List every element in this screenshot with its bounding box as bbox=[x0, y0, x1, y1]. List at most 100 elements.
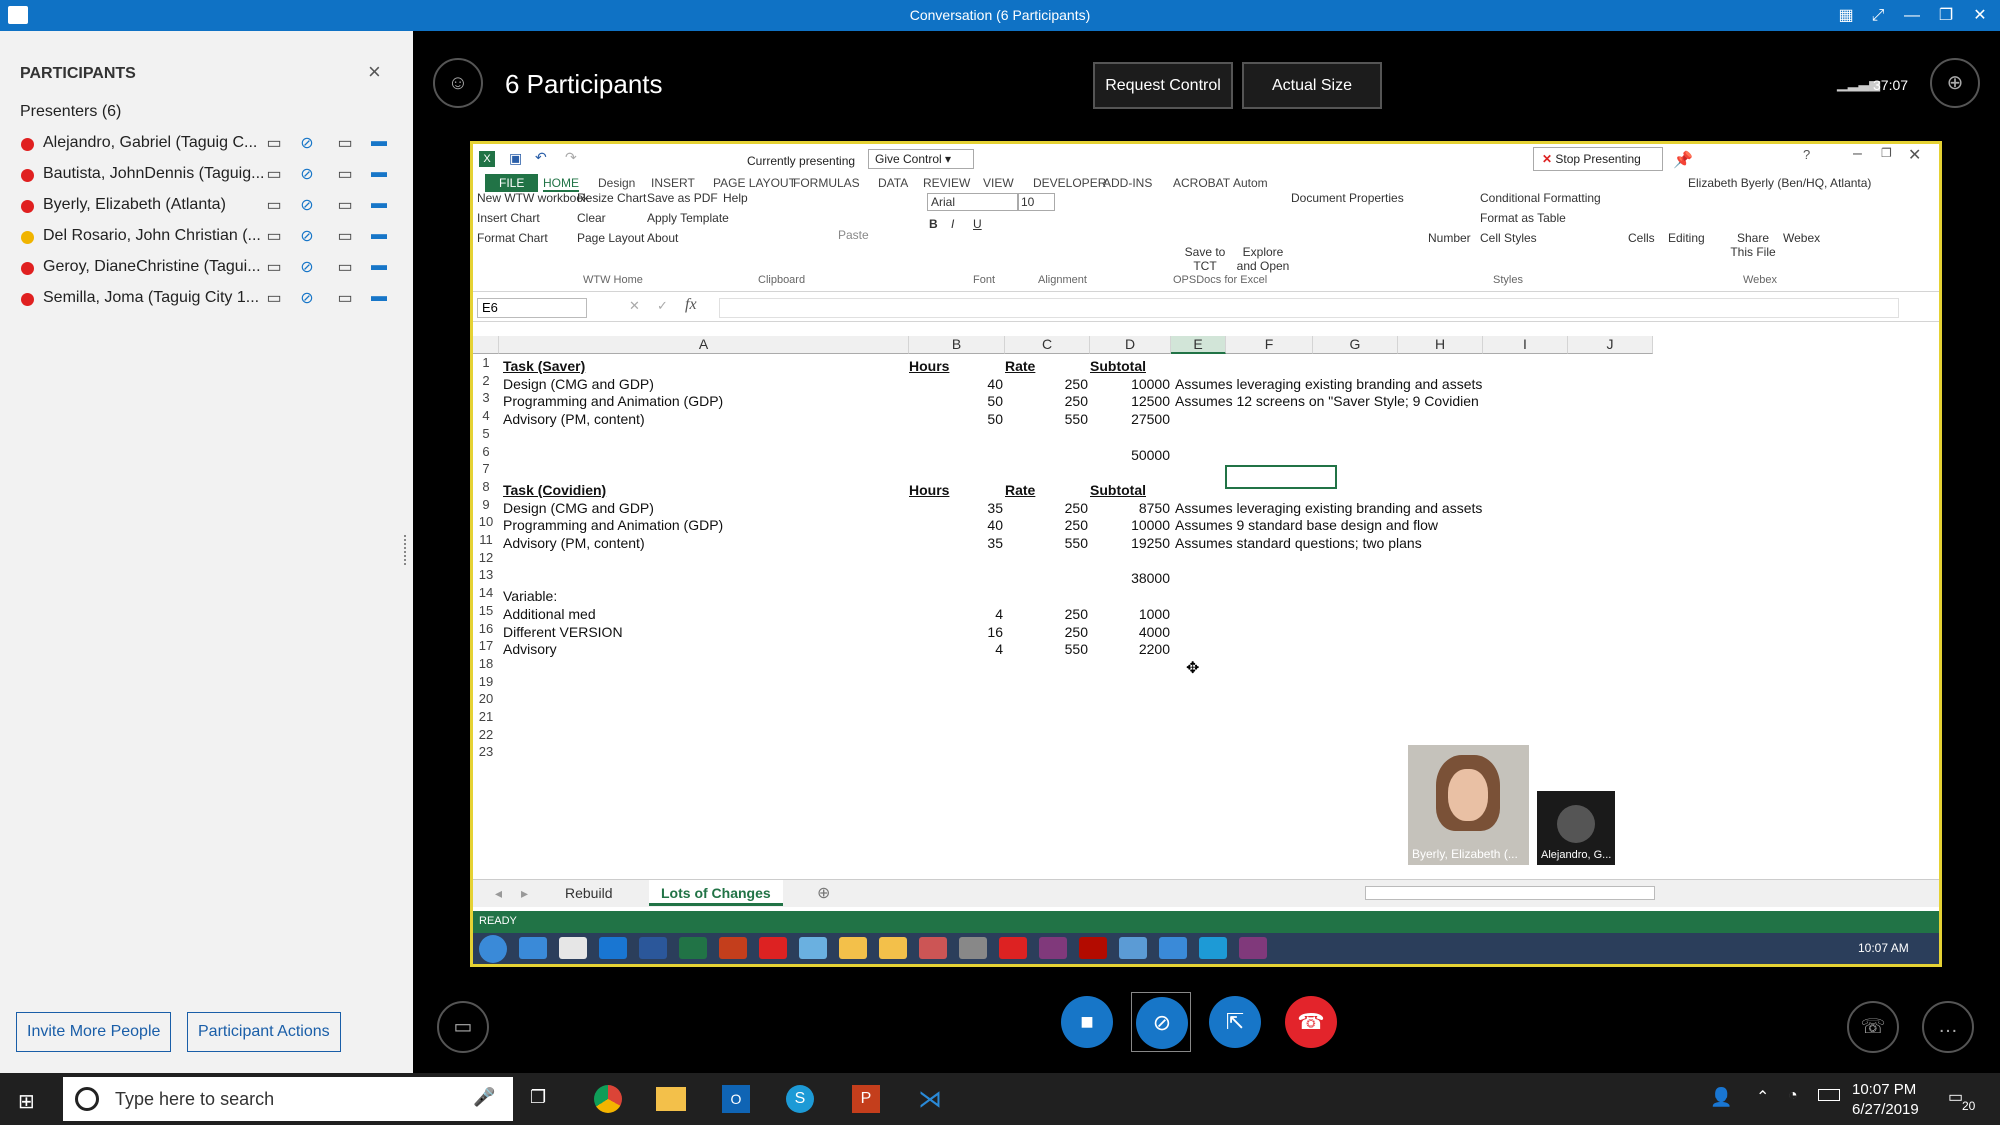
cell[interactable]: 19250 bbox=[1090, 532, 1170, 554]
column-header[interactable]: E bbox=[1171, 336, 1226, 354]
chat-icon[interactable]: ▭ bbox=[262, 288, 286, 310]
vscode-taskbar-icon[interactable]: ⋊ bbox=[918, 1085, 946, 1113]
ribbon-tab[interactable]: Autom bbox=[1233, 176, 1268, 190]
restore-button[interactable]: ❐ bbox=[1934, 5, 1958, 27]
cancel-icon[interactable]: ✕ bbox=[629, 298, 640, 314]
ribbon-tab[interactable]: FORMULAS bbox=[793, 176, 860, 190]
win7-app-icon[interactable] bbox=[519, 937, 547, 959]
wtw-menu-item[interactable]: About bbox=[647, 231, 678, 245]
ribbon-tab[interactable]: VIEW bbox=[983, 176, 1014, 190]
video-off-icon[interactable]: ▭ bbox=[333, 257, 357, 279]
participant-row[interactable]: Byerly, Elizabeth (Atlanta) ▭ ⊘ ▭ ▬ bbox=[0, 191, 413, 222]
video-off-icon[interactable]: ▭ bbox=[333, 164, 357, 186]
people-icon[interactable]: 👤 bbox=[1710, 1087, 1732, 1108]
win7-app-icon[interactable] bbox=[719, 937, 747, 959]
win7-app-icon[interactable] bbox=[919, 937, 947, 959]
fullscreen-icon[interactable]: ⤢ bbox=[1866, 5, 1890, 27]
mute-button[interactable]: ⊘ bbox=[1131, 992, 1191, 1052]
column-header[interactable]: J bbox=[1568, 336, 1653, 354]
battery-icon[interactable] bbox=[1818, 1089, 1840, 1101]
participant-actions-button[interactable]: Participant Actions bbox=[187, 1012, 341, 1052]
paste-button[interactable]: Paste bbox=[838, 228, 869, 242]
ribbon-tab[interactable]: ADD-INS bbox=[1103, 176, 1152, 190]
ribbon-tab[interactable]: Design bbox=[598, 176, 635, 190]
close-window-button[interactable]: ✕ bbox=[1968, 5, 1992, 27]
video-tile-alejandro[interactable]: Alejandro, G... bbox=[1537, 791, 1615, 865]
row-header[interactable]: 23 bbox=[473, 744, 499, 766]
enter-icon[interactable]: ✓ bbox=[657, 298, 668, 314]
cell[interactable]: Assumes standard questions; two plans bbox=[1175, 532, 1575, 554]
pane-resize-handle[interactable] bbox=[404, 535, 408, 565]
cell[interactable]: 27500 bbox=[1090, 408, 1170, 430]
cell[interactable]: 550 bbox=[1005, 532, 1088, 554]
ribbon-tab[interactable]: HOME bbox=[543, 176, 579, 192]
font-size-select[interactable]: 10 bbox=[1017, 193, 1055, 211]
request-control-button[interactable]: Request Control bbox=[1093, 62, 1233, 109]
win7-app-icon[interactable] bbox=[679, 937, 707, 959]
font-name-select[interactable]: Arial bbox=[927, 193, 1019, 211]
win7-start-icon[interactable] bbox=[479, 935, 507, 963]
conditional-formatting-button[interactable]: Conditional Formatting bbox=[1480, 191, 1601, 205]
screen-share-icon[interactable]: ▬ bbox=[367, 226, 391, 248]
microphone-icon[interactable]: 🎤 bbox=[473, 1087, 495, 1108]
underline-button[interactable]: U bbox=[973, 217, 982, 231]
file-explorer-taskbar-icon[interactable] bbox=[656, 1087, 686, 1111]
ribbon-tab[interactable]: PAGE LAYOUT bbox=[713, 176, 796, 190]
screen-share-icon[interactable]: ▬ bbox=[367, 195, 391, 217]
give-control-dropdown[interactable]: Give Control ▾ bbox=[868, 149, 974, 169]
ribbon-tab[interactable]: ACROBAT bbox=[1173, 176, 1230, 190]
chat-icon[interactable]: ▭ bbox=[262, 257, 286, 279]
webex-button[interactable]: Webex bbox=[1783, 231, 1820, 245]
participants-icon[interactable]: ☺ bbox=[433, 58, 483, 108]
pin-icon[interactable]: 📌 bbox=[1673, 150, 1693, 170]
column-header[interactable]: A bbox=[499, 336, 909, 354]
screen-share-icon[interactable]: ▬ bbox=[367, 288, 391, 310]
number-button[interactable]: Number bbox=[1428, 231, 1471, 245]
outlook-taskbar-icon[interactable]: O bbox=[722, 1085, 750, 1113]
task-view-icon[interactable]: ❐ bbox=[530, 1087, 546, 1108]
taskbar-time[interactable]: 10:07 PM bbox=[1852, 1081, 1916, 1098]
prev-sheet-icon[interactable]: ◂ bbox=[495, 885, 502, 902]
ribbon-tab[interactable]: FILE bbox=[485, 174, 539, 192]
editing-button[interactable]: Editing bbox=[1668, 231, 1705, 245]
save-to-tct-button[interactable]: Save to TCT bbox=[1183, 245, 1227, 273]
explore-open-button[interactable]: Explore and Open bbox=[1233, 245, 1293, 273]
wtw-menu-item[interactable]: Insert Chart bbox=[477, 211, 540, 225]
win7-app-icon[interactable] bbox=[879, 937, 907, 959]
call-controls-icon[interactable]: ☏ bbox=[1847, 1001, 1899, 1053]
cell[interactable]: 4 bbox=[909, 638, 1003, 660]
win7-app-icon[interactable] bbox=[1119, 937, 1147, 959]
win7-app-icon[interactable] bbox=[1159, 937, 1187, 959]
win7-app-icon[interactable] bbox=[1239, 937, 1267, 959]
undo-icon[interactable]: ↶ bbox=[535, 149, 547, 166]
chrome-taskbar-icon[interactable] bbox=[594, 1085, 622, 1113]
column-header[interactable]: I bbox=[1483, 336, 1568, 354]
win7-app-icon[interactable] bbox=[1199, 937, 1227, 959]
column-header[interactable]: C bbox=[1005, 336, 1090, 354]
horizontal-scrollbar[interactable] bbox=[1365, 886, 1655, 900]
invite-more-people-button[interactable]: Invite More People bbox=[16, 1012, 172, 1052]
taskbar-search-box[interactable]: Type here to search 🎤 bbox=[63, 1077, 513, 1121]
excel-minimize-icon[interactable]: – bbox=[1853, 145, 1862, 163]
cell[interactable]: 50 bbox=[909, 408, 1003, 430]
win7-app-icon[interactable] bbox=[839, 937, 867, 959]
participant-row[interactable]: Del Rosario, John Christian (... ▭ ⊘ ▭ ▬ bbox=[0, 222, 413, 253]
cell[interactable]: Assumes 12 screens on "Saver Style; 9 Co… bbox=[1175, 390, 1575, 412]
help-icon[interactable]: ? bbox=[1803, 147, 1810, 162]
actual-size-button[interactable]: Actual Size bbox=[1242, 62, 1382, 109]
cell[interactable]: Advisory (PM, content) bbox=[503, 408, 913, 430]
add-sheet-icon[interactable]: ⊕ bbox=[817, 883, 830, 903]
taskbar-date[interactable]: 6/27/2019 bbox=[1852, 1101, 1919, 1118]
add-participant-icon[interactable]: ⊕ bbox=[1930, 58, 1980, 108]
wtw-menu-item[interactable]: Help bbox=[723, 191, 748, 205]
excel-close-icon[interactable]: ✕ bbox=[1908, 145, 1921, 165]
win7-app-icon[interactable] bbox=[759, 937, 787, 959]
video-off-icon[interactable]: ▭ bbox=[333, 195, 357, 217]
screen-share-icon[interactable]: ▬ bbox=[367, 133, 391, 155]
redo-icon[interactable]: ↷ bbox=[565, 149, 577, 166]
share-content-button[interactable]: ⇱ bbox=[1209, 996, 1261, 1048]
win7-app-icon[interactable] bbox=[959, 937, 987, 959]
column-header[interactable]: G bbox=[1313, 336, 1398, 354]
participant-row[interactable]: Semilla, Joma (Taguig City 1... ▭ ⊘ ▭ ▬ bbox=[0, 284, 413, 315]
video-off-icon[interactable]: ▭ bbox=[333, 288, 357, 310]
